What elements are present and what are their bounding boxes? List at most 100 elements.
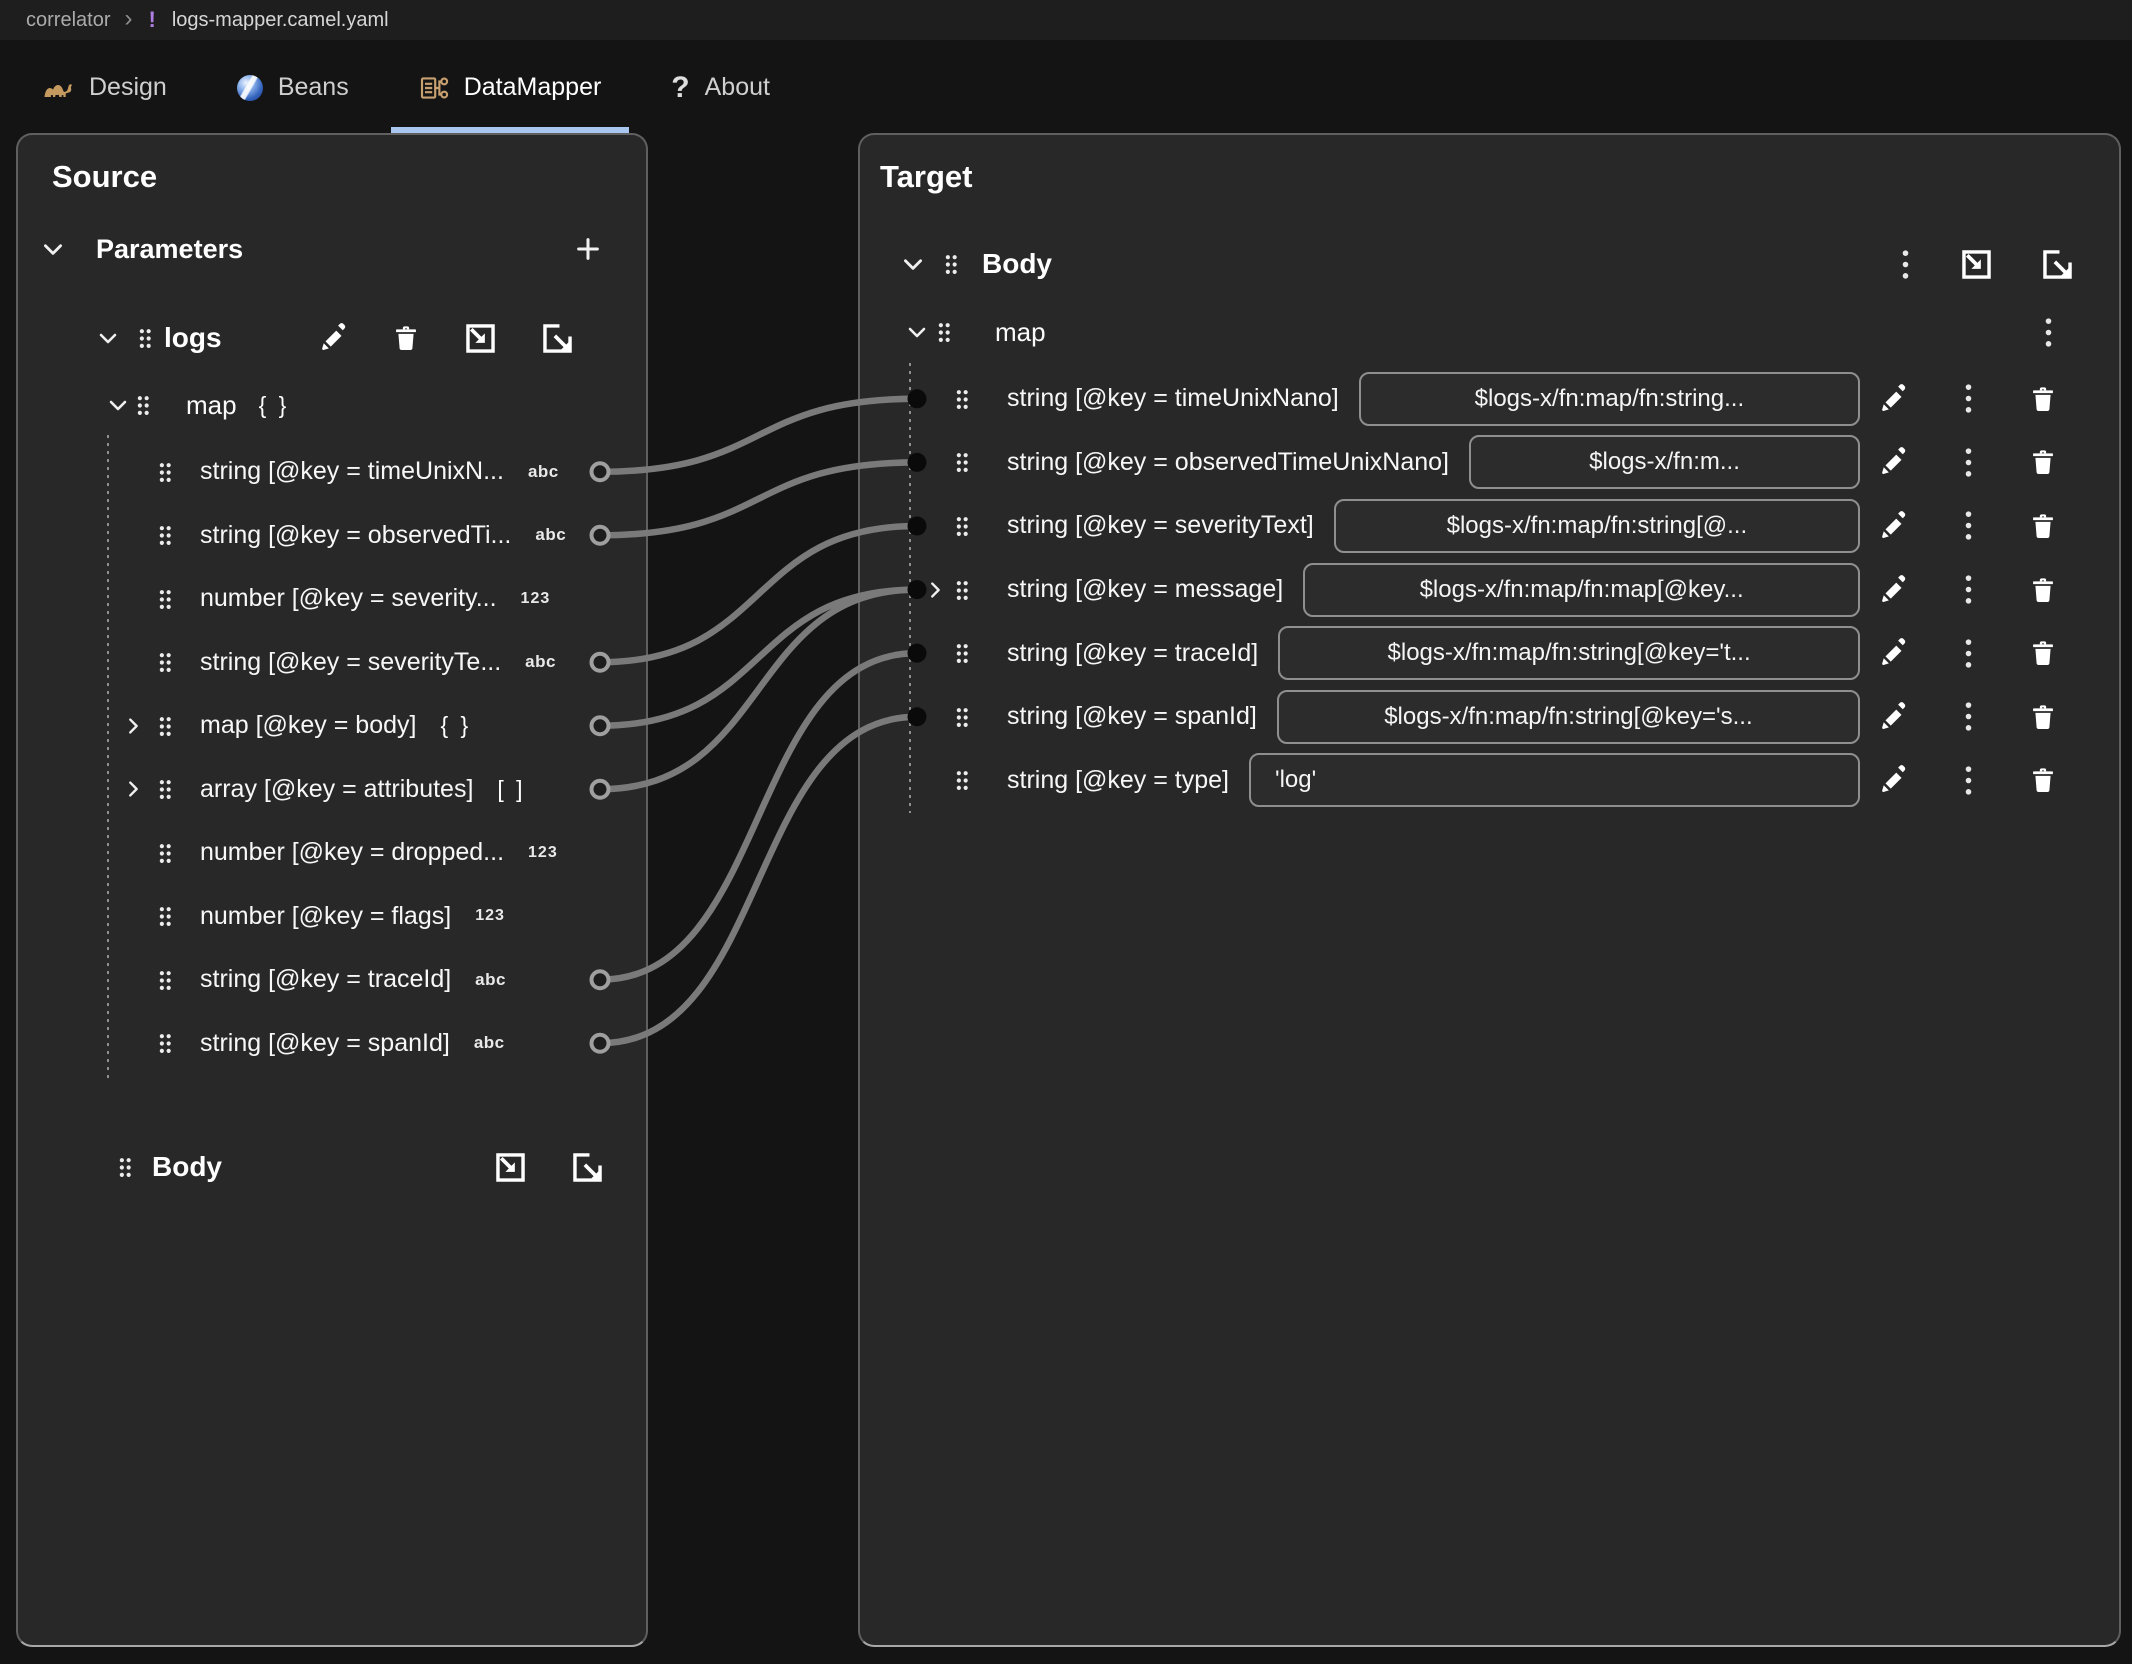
edit-expression-button[interactable] bbox=[1878, 765, 1908, 795]
tab-beans[interactable]: Beans bbox=[209, 40, 377, 135]
drag-handle-icon[interactable] bbox=[955, 388, 969, 410]
drag-handle-icon[interactable] bbox=[158, 905, 172, 927]
drag-handle-icon[interactable] bbox=[118, 1156, 132, 1178]
drag-handle-icon[interactable] bbox=[158, 842, 172, 864]
delete-mapping-button[interactable] bbox=[2029, 511, 2057, 541]
tab-design[interactable]: Design bbox=[14, 40, 195, 135]
drag-handle-icon[interactable] bbox=[158, 524, 172, 546]
expression-input[interactable]: 'log' bbox=[1249, 753, 1860, 807]
kebab-menu-icon[interactable] bbox=[1962, 764, 1975, 797]
source-field-row[interactable]: string [@key = observedTi... abc bbox=[18, 504, 646, 568]
add-parameter-button[interactable] bbox=[574, 235, 602, 263]
detach-schema-button[interactable] bbox=[541, 322, 574, 355]
delete-mapping-button[interactable] bbox=[2029, 638, 2057, 668]
kebab-menu-icon[interactable] bbox=[1962, 700, 1975, 733]
edit-parameter-button[interactable] bbox=[318, 323, 348, 353]
drag-handle-icon[interactable] bbox=[158, 778, 172, 800]
expression-input[interactable]: $logs-x/fn:m... bbox=[1469, 435, 1860, 489]
drag-handle-icon[interactable] bbox=[138, 327, 152, 349]
source-field-row[interactable]: string [@key = traceId] abc bbox=[18, 948, 646, 1012]
drag-handle-icon[interactable] bbox=[158, 715, 172, 737]
drag-handle-icon[interactable] bbox=[955, 515, 969, 537]
target-map-node[interactable]: map bbox=[905, 304, 2055, 360]
parameter-logs-row[interactable]: logs bbox=[96, 310, 616, 366]
expression-input[interactable]: $logs-x/fn:map/fn:string[@key='t... bbox=[1278, 626, 1860, 680]
target-body-row[interactable]: Body bbox=[900, 236, 2074, 292]
drag-handle-icon[interactable] bbox=[955, 451, 969, 473]
drag-handle-icon[interactable] bbox=[158, 588, 172, 610]
source-field-row[interactable]: number [@key = dropped... 123 bbox=[18, 821, 646, 885]
target-field-row[interactable]: string [@key = observedTimeUnixNano] $lo… bbox=[860, 431, 2119, 495]
tab-datamapper[interactable]: DataMapper bbox=[391, 40, 630, 135]
source-field-row[interactable]: map [@key = body] { } bbox=[18, 694, 646, 758]
edit-expression-button[interactable] bbox=[1878, 702, 1908, 732]
source-map-node[interactable]: map { } bbox=[106, 383, 289, 427]
chevron-right-icon[interactable] bbox=[122, 778, 144, 800]
target-field-row[interactable]: string [@key = message] $logs-x/fn:map/f… bbox=[860, 558, 2119, 622]
kebab-menu-icon[interactable] bbox=[1899, 248, 1912, 281]
edit-expression-button[interactable] bbox=[1878, 638, 1908, 668]
edit-expression-button[interactable] bbox=[1878, 575, 1908, 605]
kebab-menu-icon[interactable] bbox=[1962, 509, 1975, 542]
expression-input[interactable]: $logs-x/fn:map/fn:string[@key='s... bbox=[1277, 690, 1860, 744]
delete-mapping-button[interactable] bbox=[2029, 765, 2057, 795]
chevron-right-icon[interactable] bbox=[924, 579, 946, 601]
delete-parameter-button[interactable] bbox=[392, 323, 420, 353]
kebab-menu-icon[interactable] bbox=[1962, 382, 1975, 415]
chevron-down-icon[interactable] bbox=[40, 236, 66, 262]
chevron-down-icon[interactable] bbox=[900, 251, 926, 277]
target-field-row[interactable]: string [@key = timeUnixNano] $logs-x/fn:… bbox=[860, 367, 2119, 431]
drag-handle-icon[interactable] bbox=[955, 579, 969, 601]
kebab-menu-icon[interactable] bbox=[1962, 446, 1975, 479]
drag-handle-icon[interactable] bbox=[158, 969, 172, 991]
source-field-row[interactable]: number [@key = severity... 123 bbox=[18, 567, 646, 631]
drag-handle-icon[interactable] bbox=[158, 461, 172, 483]
source-field-row[interactable]: array [@key = attributes] [ ] bbox=[18, 758, 646, 822]
drag-handle-icon[interactable] bbox=[955, 642, 969, 664]
drag-handle-icon[interactable] bbox=[955, 706, 969, 728]
source-field-row[interactable]: number [@key = flags] 123 bbox=[18, 885, 646, 949]
kebab-menu-icon[interactable] bbox=[1962, 637, 1975, 670]
source-field-row[interactable]: string [@key = timeUnixN... abc bbox=[18, 440, 646, 504]
expression-input[interactable]: $logs-x/fn:map/fn:string[@... bbox=[1334, 499, 1860, 553]
breadcrumb-project[interactable]: correlator bbox=[26, 9, 110, 32]
edit-expression-button[interactable] bbox=[1878, 511, 1908, 541]
expression-input[interactable]: $logs-x/fn:map/fn:string... bbox=[1359, 372, 1860, 426]
delete-mapping-button[interactable] bbox=[2029, 447, 2057, 477]
edit-expression-button[interactable] bbox=[1878, 384, 1908, 414]
kebab-menu-icon[interactable] bbox=[2042, 316, 2055, 349]
source-field-row[interactable]: string [@key = spanId] abc bbox=[18, 1012, 646, 1076]
target-fields-list: string [@key = timeUnixNano] $logs-x/fn:… bbox=[860, 367, 2119, 812]
parameters-header[interactable]: Parameters bbox=[40, 223, 616, 275]
delete-mapping-button[interactable] bbox=[2029, 575, 2057, 605]
source-body-section[interactable]: Body bbox=[118, 1139, 604, 1195]
import-schema-button[interactable] bbox=[1960, 248, 1993, 281]
expression-input[interactable]: $logs-x/fn:map/fn:map[@key... bbox=[1303, 563, 1860, 617]
drag-handle-icon[interactable] bbox=[136, 394, 150, 416]
delete-mapping-button[interactable] bbox=[2029, 384, 2057, 414]
drag-handle-icon[interactable] bbox=[955, 769, 969, 791]
tab-about[interactable]: ? About bbox=[643, 40, 798, 135]
import-schema-button[interactable] bbox=[494, 1151, 527, 1184]
detach-schema-button[interactable] bbox=[571, 1151, 604, 1184]
drag-handle-icon[interactable] bbox=[158, 651, 172, 673]
drag-handle-icon[interactable] bbox=[937, 321, 951, 343]
chevron-right-icon[interactable] bbox=[122, 715, 144, 737]
field-label: string [@key = observedTimeUnixNano] bbox=[1007, 448, 1449, 477]
target-field-row[interactable]: string [@key = severityText] $logs-x/fn:… bbox=[860, 494, 2119, 558]
chevron-down-icon[interactable] bbox=[106, 393, 130, 417]
target-field-row[interactable]: string [@key = spanId] $logs-x/fn:map/fn… bbox=[860, 685, 2119, 749]
drag-handle-icon[interactable] bbox=[944, 253, 958, 275]
import-schema-button[interactable] bbox=[464, 322, 497, 355]
target-field-row[interactable]: string [@key = traceId] $logs-x/fn:map/f… bbox=[860, 621, 2119, 685]
kebab-menu-icon[interactable] bbox=[1962, 573, 1975, 606]
drag-handle-icon[interactable] bbox=[158, 1032, 172, 1054]
detach-schema-button[interactable] bbox=[2041, 248, 2074, 281]
delete-mapping-button[interactable] bbox=[2029, 702, 2057, 732]
source-field-row[interactable]: string [@key = severityTe... abc bbox=[18, 631, 646, 695]
breadcrumb-file[interactable]: logs-mapper.camel.yaml bbox=[172, 9, 389, 32]
chevron-down-icon[interactable] bbox=[96, 326, 120, 350]
target-field-row[interactable]: string [@key = type] 'log' bbox=[860, 749, 2119, 813]
edit-expression-button[interactable] bbox=[1878, 447, 1908, 477]
chevron-down-icon[interactable] bbox=[905, 320, 929, 344]
